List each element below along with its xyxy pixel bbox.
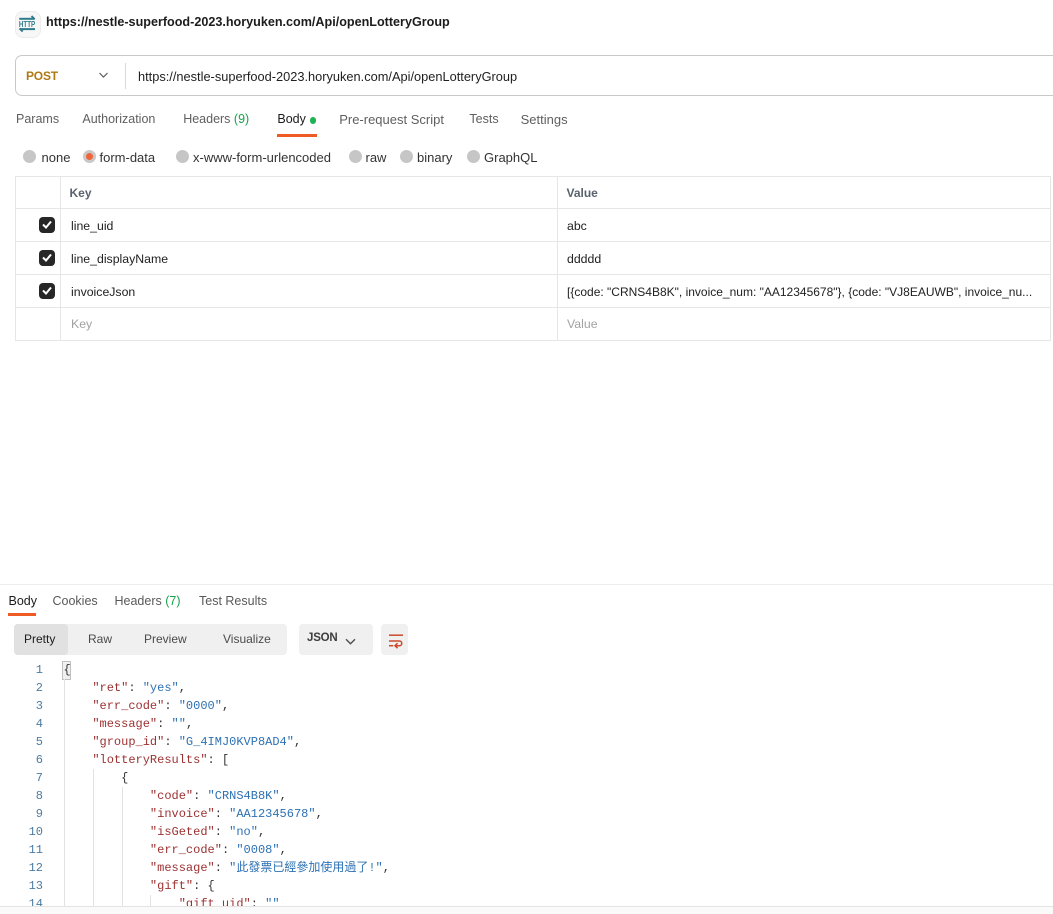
- svg-text:HTTP: HTTP: [19, 19, 35, 29]
